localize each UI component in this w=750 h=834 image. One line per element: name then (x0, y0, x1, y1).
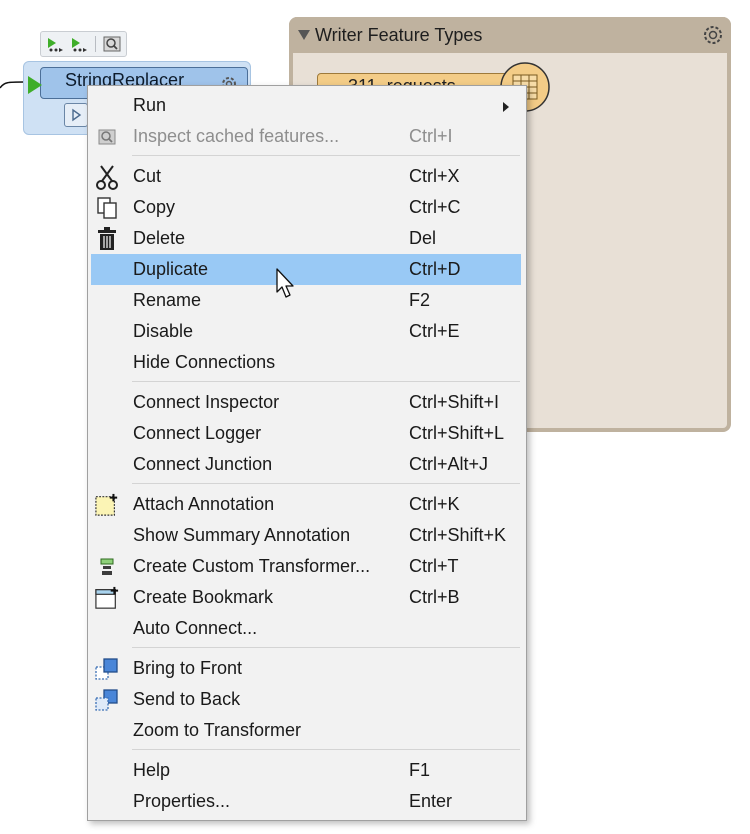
menu-item-label: Connect Logger (133, 423, 262, 443)
menu-item-create-bookmark[interactable]: Create Bookmark Ctrl+B (91, 582, 521, 613)
menu-item-shortcut: F2 (409, 290, 431, 310)
transformer-mini-toolbar (40, 31, 127, 57)
menu-item-rename[interactable]: Rename F2 (91, 285, 521, 316)
menu-item-label: Rename (133, 290, 202, 310)
bring-front-icon (95, 657, 119, 681)
menu-item-label: Duplicate (133, 259, 209, 279)
menu-item-label: Create Bookmark (133, 587, 274, 607)
menu-item-label: Bring to Front (133, 658, 243, 678)
context-menu: Run Inspect cached features... Ctrl+I Cu… (87, 85, 527, 821)
menu-item-shortcut: Del (409, 228, 437, 248)
menu-item-label: Properties... (133, 791, 231, 811)
menu-separator (132, 749, 520, 750)
output-port-expand-icon[interactable] (64, 103, 88, 127)
menu-item-shortcut: Ctrl+E (409, 321, 460, 341)
menu-item-disable[interactable]: Disable Ctrl+E (91, 316, 521, 347)
menu-item-label: Create Custom Transformer... (133, 556, 371, 576)
menu-item-label: Connect Inspector (133, 392, 280, 412)
bookmark-icon (95, 586, 119, 610)
collapse-triangle-icon[interactable] (298, 30, 310, 40)
mouse-cursor-icon (276, 268, 294, 298)
menu-item-label: Disable (133, 321, 194, 341)
menu-item-shortcut: Ctrl+Shift+K (409, 525, 507, 545)
inspect-icon[interactable] (101, 35, 123, 53)
copy-icon (95, 196, 119, 220)
menu-item-label: Cut (133, 166, 162, 186)
menu-item-shortcut: Ctrl+T (409, 556, 459, 576)
run-from-this-icon[interactable] (68, 35, 90, 53)
toolbar-divider (95, 36, 96, 52)
menu-item-label: Attach Annotation (133, 494, 275, 514)
writer-panel-header[interactable]: Writer Feature Types (289, 17, 731, 53)
menu-separator (132, 155, 520, 156)
menu-separator (132, 483, 520, 484)
menu-item-label: Run (133, 95, 167, 115)
menu-item-shortcut: Ctrl+D (409, 259, 461, 279)
menu-item-shortcut: F1 (409, 760, 431, 780)
input-port-icon[interactable] (28, 76, 42, 94)
menu-item-run[interactable]: Run (91, 90, 521, 121)
menu-item-label: Help (133, 760, 171, 780)
menu-item-zoom-to-transformer[interactable]: Zoom to Transformer (91, 715, 521, 746)
menu-separator (132, 381, 520, 382)
menu-item-shortcut: Ctrl+C (409, 197, 461, 217)
menu-item-properties[interactable]: Properties... Enter (91, 786, 521, 817)
menu-item-connect-junction[interactable]: Connect Junction Ctrl+Alt+J (91, 449, 521, 480)
menu-item-shortcut: Ctrl+Shift+L (409, 423, 505, 443)
menu-item-shortcut: Ctrl+K (409, 494, 460, 514)
menu-separator (132, 647, 520, 648)
inspect-icon (95, 125, 119, 149)
submenu-arrow-icon (503, 102, 509, 112)
menu-item-duplicate[interactable]: Duplicate Ctrl+D (91, 254, 521, 285)
menu-item-label: Zoom to Transformer (133, 720, 302, 740)
menu-item-inspect-cached[interactable]: Inspect cached features... Ctrl+I (91, 121, 521, 152)
trash-icon (95, 227, 119, 251)
menu-item-label: Send to Back (133, 689, 241, 709)
menu-item-attach-annotation[interactable]: Attach Annotation Ctrl+K (91, 489, 521, 520)
custom-transformer-icon (95, 555, 119, 579)
menu-item-delete[interactable]: Delete Del (91, 223, 521, 254)
menu-item-auto-connect[interactable]: Auto Connect... (91, 613, 521, 644)
menu-item-connect-logger[interactable]: Connect Logger Ctrl+Shift+L (91, 418, 521, 449)
writer-panel-title: Writer Feature Types (315, 25, 483, 45)
gear-icon[interactable] (701, 23, 725, 52)
menu-item-hide-connections[interactable]: Hide Connections (91, 347, 521, 378)
menu-item-shortcut: Ctrl+Alt+J (409, 454, 489, 474)
menu-item-shortcut: Ctrl+Shift+I (409, 392, 500, 412)
menu-item-connect-inspector[interactable]: Connect Inspector Ctrl+Shift+I (91, 387, 521, 418)
scissors-icon (95, 165, 119, 190)
run-to-this-icon[interactable] (44, 35, 66, 53)
menu-item-create-custom-transformer[interactable]: Create Custom Transformer... Ctrl+T (91, 551, 521, 582)
menu-item-show-summary-annotation[interactable]: Show Summary Annotation Ctrl+Shift+K (91, 520, 521, 551)
menu-item-label: Show Summary Annotation (133, 525, 351, 545)
menu-item-label: Inspect cached features... (133, 126, 340, 146)
menu-item-shortcut: Ctrl+X (409, 166, 460, 186)
menu-item-cut[interactable]: Cut Ctrl+X (91, 161, 521, 192)
menu-item-copy[interactable]: Copy Ctrl+C (91, 192, 521, 223)
menu-item-label: Connect Junction (133, 454, 273, 474)
menu-item-shortcut: Ctrl+B (409, 587, 460, 607)
menu-item-shortcut: Ctrl+I (409, 126, 453, 146)
menu-item-label: Auto Connect... (133, 618, 258, 638)
menu-item-label: Hide Connections (133, 352, 276, 372)
annotation-icon (95, 493, 119, 517)
send-back-icon (95, 688, 119, 712)
menu-item-bring-to-front[interactable]: Bring to Front (91, 653, 521, 684)
menu-item-label: Delete (133, 228, 186, 248)
menu-item-label: Copy (133, 197, 176, 217)
menu-item-help[interactable]: Help F1 (91, 755, 521, 786)
menu-item-send-to-back[interactable]: Send to Back (91, 684, 521, 715)
menu-item-shortcut: Enter (409, 791, 453, 811)
